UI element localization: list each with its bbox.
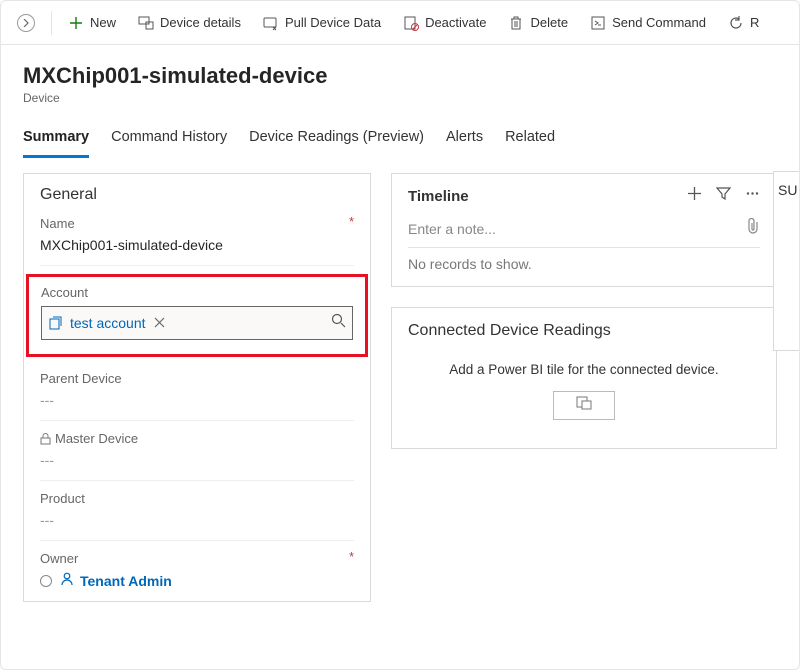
name-label: Name — [40, 216, 354, 231]
chevron-right-icon — [17, 14, 35, 32]
connected-readings-card: Connected Device Readings Add a Power BI… — [391, 307, 777, 449]
send-command-button[interactable]: Send Command — [580, 9, 716, 37]
pull-device-data-button[interactable]: Pull Device Data — [253, 9, 391, 37]
tab-list: Summary Command History Device Readings … — [1, 123, 799, 159]
account-label: Account — [41, 285, 353, 300]
tab-related[interactable]: Related — [505, 123, 555, 158]
master-device-field[interactable]: Master Device --- — [40, 427, 354, 481]
owner-field[interactable]: Owner * Tenant Admin — [40, 547, 354, 589]
side-panel-peek[interactable]: SU — [773, 171, 799, 351]
name-value: MXChip001-simulated-device — [40, 237, 354, 253]
product-field[interactable]: Product --- — [40, 487, 354, 541]
owner-label: Owner — [40, 551, 354, 566]
send-command-icon — [590, 15, 606, 31]
timeline-note-input[interactable]: Enter a note... — [408, 210, 760, 248]
page-subtitle: Device — [23, 91, 777, 105]
deactivate-button[interactable]: Deactivate — [393, 9, 496, 37]
connected-readings-text: Add a Power BI tile for the connected de… — [449, 362, 718, 377]
refresh-icon — [728, 15, 744, 31]
lock-icon — [40, 433, 51, 445]
account-value: test account — [70, 315, 146, 331]
required-indicator: * — [349, 214, 354, 229]
device-details-label: Device details — [160, 15, 241, 30]
owner-link[interactable]: Tenant Admin — [60, 572, 172, 589]
account-field-highlight: Account test account — [26, 274, 368, 357]
master-device-value: --- — [40, 452, 354, 468]
deactivate-icon — [403, 15, 419, 31]
new-button[interactable]: New — [58, 9, 126, 37]
page-title: MXChip001-simulated-device — [23, 63, 777, 89]
device-details-icon — [138, 15, 154, 31]
person-icon — [60, 572, 74, 589]
timeline-add-button[interactable] — [687, 186, 702, 206]
tab-device-readings[interactable]: Device Readings (Preview) — [249, 123, 424, 158]
timeline-card: Timeline Enter a note... — [391, 173, 777, 287]
pull-data-icon — [263, 15, 279, 31]
attach-icon[interactable] — [746, 218, 760, 239]
connected-readings-title: Connected Device Readings — [408, 322, 760, 340]
timeline-placeholder: Enter a note... — [408, 221, 496, 237]
timeline-title: Timeline — [408, 188, 469, 205]
tab-command-history[interactable]: Command History — [111, 123, 227, 158]
add-powerbi-tile-button[interactable] — [553, 391, 615, 420]
product-value: --- — [40, 512, 354, 528]
new-label: New — [90, 15, 116, 30]
pull-data-label: Pull Device Data — [285, 15, 381, 30]
owner-radio-icon — [40, 575, 52, 587]
delete-label: Delete — [530, 15, 568, 30]
trash-icon — [508, 15, 524, 31]
back-button[interactable] — [7, 8, 45, 38]
parent-device-field[interactable]: Parent Device --- — [40, 367, 354, 421]
plus-icon — [68, 15, 84, 31]
powerbi-tile-icon — [576, 397, 592, 414]
timeline-filter-button[interactable] — [716, 186, 731, 206]
refresh-partial-label: R — [750, 15, 759, 30]
required-indicator: * — [349, 549, 354, 564]
account-search-button[interactable] — [331, 313, 346, 333]
master-device-label: Master Device — [40, 431, 354, 446]
send-command-label: Send Command — [612, 15, 706, 30]
parent-device-label: Parent Device — [40, 371, 354, 386]
parent-device-value: --- — [40, 392, 354, 408]
device-details-button[interactable]: Device details — [128, 9, 251, 37]
timeline-more-button[interactable] — [745, 186, 760, 206]
owner-value: Tenant Admin — [80, 573, 172, 589]
general-card: General Name * MXChip001-simulated-devic… — [23, 173, 371, 602]
page-header: MXChip001-simulated-device Device — [1, 45, 799, 105]
name-field[interactable]: Name * MXChip001-simulated-device — [40, 212, 354, 266]
content-area: General Name * MXChip001-simulated-devic… — [1, 159, 799, 616]
tab-alerts[interactable]: Alerts — [446, 123, 483, 158]
tab-summary[interactable]: Summary — [23, 123, 89, 158]
timeline-empty-text: No records to show. — [408, 256, 760, 272]
side-panel-peek-text: SU — [778, 182, 797, 198]
account-icon — [48, 315, 64, 331]
account-clear-button[interactable] — [154, 316, 165, 331]
account-lookup[interactable]: test account — [41, 306, 353, 340]
product-label: Product — [40, 491, 354, 506]
delete-button[interactable]: Delete — [498, 9, 578, 37]
general-title: General — [40, 186, 354, 204]
separator — [51, 11, 52, 35]
command-bar: New Device details Pull Device Data Deac… — [1, 1, 799, 45]
account-tag[interactable]: test account — [48, 315, 146, 331]
refresh-button[interactable]: R — [718, 9, 769, 37]
deactivate-label: Deactivate — [425, 15, 486, 30]
